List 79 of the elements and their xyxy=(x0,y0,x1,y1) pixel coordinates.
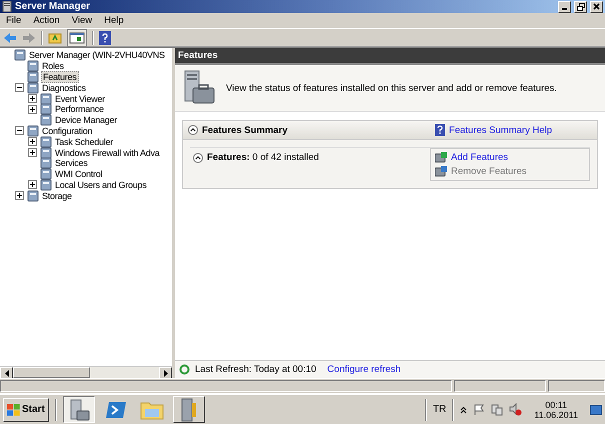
menu-item[interactable]: View xyxy=(72,15,92,26)
close-icon xyxy=(593,3,600,10)
features-count: Features: 0 of 42 installed xyxy=(207,152,319,163)
server-box-icon xyxy=(435,166,447,177)
tree-item[interactable]: Event Viewer xyxy=(54,94,106,104)
show-desktop-icon[interactable] xyxy=(590,404,602,414)
menu-item[interactable]: File xyxy=(6,15,22,26)
tree-node-icon xyxy=(40,157,52,170)
tree-item[interactable]: Diagnostics xyxy=(41,82,87,93)
tree-node-icon xyxy=(27,60,39,72)
tree-node-icon xyxy=(40,168,52,180)
tree-item[interactable]: Services xyxy=(54,158,89,168)
tree-item[interactable]: Roles xyxy=(41,61,65,72)
collapse-chevron-icon[interactable] xyxy=(193,152,203,162)
help-icon xyxy=(435,124,446,136)
speaker-muted-icon[interactable] xyxy=(509,403,522,416)
tree-node-icon xyxy=(40,178,52,191)
restore-icon xyxy=(576,2,584,10)
network-icon[interactable] xyxy=(491,404,504,416)
expand-icon[interactable] xyxy=(28,148,37,158)
pane-header: Features xyxy=(175,48,605,65)
tree-item[interactable]: Server Manager (WIN-2VHU40VNS xyxy=(28,50,166,60)
refresh-icon[interactable] xyxy=(179,364,190,375)
configure-refresh-link[interactable]: Configure refresh xyxy=(327,364,401,375)
collapse-chevron-icon[interactable] xyxy=(188,125,198,135)
tree-node-icon xyxy=(27,71,39,83)
tree-item[interactable]: Features xyxy=(41,71,79,83)
collapse-icon[interactable] xyxy=(15,83,24,92)
clock-date[interactable]: 11.06.2011 xyxy=(534,410,578,420)
help-icon[interactable] xyxy=(99,30,111,44)
minimize-button[interactable] xyxy=(558,0,571,12)
folder-up-icon[interactable] xyxy=(48,32,62,44)
tree-node-icon xyxy=(27,82,39,94)
expand-icon[interactable] xyxy=(15,191,24,200)
scroll-right-icon[interactable] xyxy=(162,370,168,376)
server-tools-taskbar-button[interactable] xyxy=(172,396,205,423)
tree-item[interactable]: Windows Firewall with Adva xyxy=(54,148,161,158)
tree-item[interactable]: Configuration xyxy=(41,126,94,136)
menu-item[interactable]: Action xyxy=(33,15,60,26)
tree-item[interactable]: WMI Control xyxy=(54,169,104,180)
windows-logo-icon xyxy=(7,404,20,416)
window-title: Server Manager xyxy=(15,1,90,12)
tree-node-icon xyxy=(40,103,52,116)
clock-time[interactable]: 00:11 xyxy=(545,400,568,410)
tree-node-icon xyxy=(27,190,39,202)
help-link[interactable]: Features Summary Help xyxy=(449,124,552,136)
section-title: Features Summary xyxy=(202,124,288,136)
language-indicator[interactable]: TR xyxy=(432,404,446,415)
expand-icon[interactable] xyxy=(28,137,37,146)
expand-icon[interactable] xyxy=(28,94,37,104)
tree-node-icon xyxy=(27,124,39,137)
server-manager-taskbar-button[interactable] xyxy=(62,396,95,423)
scroll-left-icon[interactable] xyxy=(4,370,10,376)
last-refresh-text: Last Refresh: Today at 00:10 xyxy=(195,364,316,375)
tree-node-icon xyxy=(40,146,52,159)
action-link[interactable]: Add Features xyxy=(451,152,508,163)
restore-button[interactable] xyxy=(574,0,587,12)
expand-icon[interactable] xyxy=(28,104,37,114)
description-text: View the status of features installed on this server and add or remove features. xyxy=(226,82,557,94)
expand-icon[interactable] xyxy=(28,180,37,190)
server-toolbox-icon xyxy=(182,70,216,106)
tree-node-icon xyxy=(40,114,52,126)
console-tree-icon[interactable] xyxy=(67,28,87,46)
horizontal-scrollbar[interactable] xyxy=(0,366,172,378)
tree-item[interactable]: Storage xyxy=(41,190,73,201)
tree-item[interactable]: Task Scheduler xyxy=(54,136,114,147)
collapse-icon[interactable] xyxy=(15,126,24,136)
close-button[interactable] xyxy=(590,0,603,12)
tree-node-icon xyxy=(14,49,26,62)
start-button[interactable]: Start xyxy=(3,398,49,422)
server-box-icon xyxy=(435,152,447,163)
menu-item[interactable]: Help xyxy=(104,15,124,26)
tree-node-icon xyxy=(40,136,52,148)
chevron-up-icon[interactable] xyxy=(460,406,468,414)
tree-item[interactable]: Performance xyxy=(54,104,105,114)
tree-item[interactable]: Local Users and Groups xyxy=(54,180,148,190)
tree-item[interactable]: Device Manager xyxy=(54,115,118,126)
flag-icon[interactable] xyxy=(473,404,486,416)
tree-node-icon xyxy=(40,92,52,105)
